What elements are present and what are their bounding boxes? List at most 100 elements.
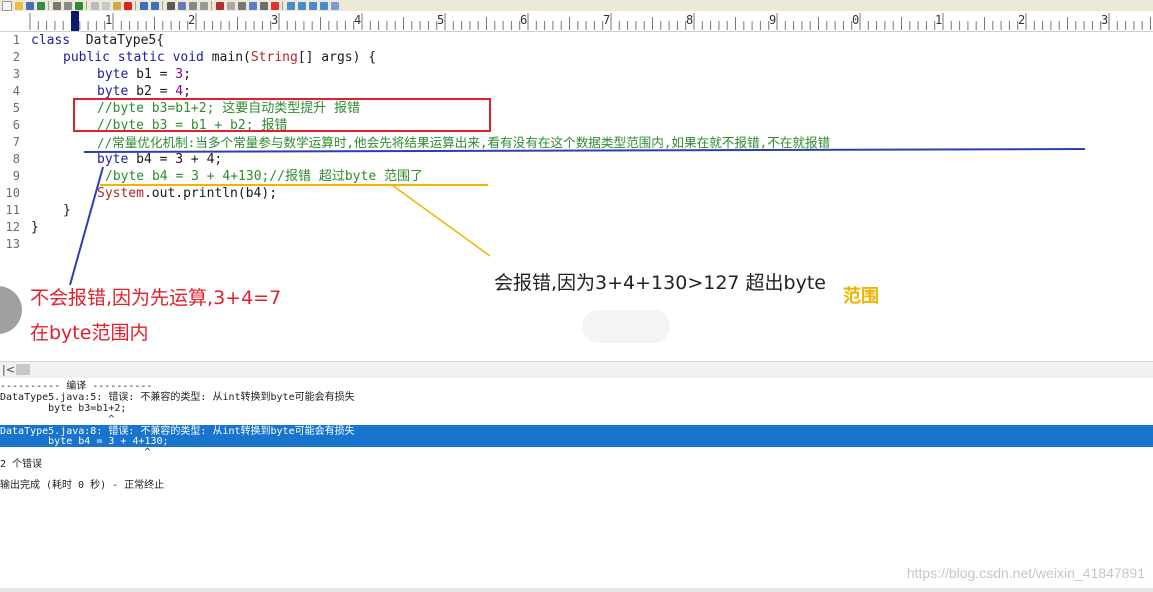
line-number: 10 [5, 186, 20, 200]
replace-icon[interactable] [178, 1, 186, 10]
code-line-9[interactable]: /byte b4 = 3 + 4+130;//报错 超过byte 范围了 [105, 168, 423, 185]
line-number: 8 [12, 152, 20, 166]
ruler-label: 5 [437, 13, 445, 27]
code-text: b2 = [128, 84, 176, 99]
ghost-pill [582, 310, 670, 343]
scroll-left-arrow-icon[interactable]: |< [2, 363, 15, 376]
annotation-error: 会报错,因为3+4+130>127 超出byte [494, 272, 826, 294]
new-file-icon[interactable] [2, 0, 12, 11]
output-error-1-caret: ^ [0, 414, 115, 425]
output-panel[interactable]: ---------- 编译 ---------- DataType5.java:… [0, 378, 1153, 588]
save-all-icon[interactable] [37, 1, 45, 10]
keyword: public static void [63, 50, 204, 65]
ruler-label: 2 [1018, 13, 1026, 27]
print-icon[interactable] [53, 1, 61, 10]
help-icon[interactable] [331, 1, 339, 10]
scroll-thumb[interactable] [16, 364, 30, 375]
redo-icon[interactable] [151, 1, 159, 10]
check-icon[interactable] [271, 1, 279, 10]
goto-icon[interactable] [200, 1, 208, 10]
type-name: String [250, 50, 298, 65]
annotation-no-error: 不会报错,因为先运算,3+4=7 [30, 287, 282, 309]
toolbar-separator [86, 1, 87, 10]
line-number: 2 [12, 50, 20, 64]
code-line-10[interactable]: System.out.println(b4); [97, 185, 277, 202]
open-folder-icon[interactable] [15, 1, 23, 10]
print-preview-icon[interactable] [64, 1, 72, 10]
code-line-1[interactable]: class DataType5{ [31, 32, 164, 49]
code-editor[interactable]: 1 2 3 4 5 6 7 8 9 10 11 12 13 class Data… [0, 31, 1153, 361]
window-cascade-icon[interactable] [287, 1, 295, 10]
number-literal: 3 [175, 67, 184, 82]
column-ruler: 1 2 3 4 5 6 7 8 9 0 1 2 3 [0, 11, 1153, 32]
paragraph-icon[interactable] [238, 1, 246, 10]
paste-icon[interactable] [113, 1, 121, 10]
font-icon[interactable] [216, 1, 224, 10]
ruler-label: 3 [1101, 13, 1109, 27]
ruler-label: 8 [686, 13, 694, 27]
toolbar-separator [135, 1, 136, 10]
keyword: byte [97, 67, 129, 82]
ruler-label: 7 [603, 13, 611, 27]
line-number: 7 [12, 135, 20, 149]
status-bar [0, 588, 1153, 592]
ruler-ticks [29, 13, 1151, 30]
ruler-label: 4 [354, 13, 362, 27]
spellcheck-icon[interactable] [75, 1, 83, 10]
code-text: b1 = [128, 67, 176, 82]
copy-icon[interactable] [102, 1, 110, 10]
class-name: System [97, 186, 144, 201]
toolbar-separator [162, 1, 163, 10]
ruler-label: 2 [188, 13, 196, 27]
cut-icon[interactable] [91, 1, 99, 10]
code-line-11[interactable]: } [63, 202, 71, 219]
delete-icon[interactable] [124, 1, 132, 10]
code-text: ; [183, 84, 191, 99]
ruler-label: 9 [769, 13, 777, 27]
line-number: 13 [5, 237, 20, 251]
ruler-caret-marker [71, 11, 79, 31]
red-highlight-box [73, 98, 491, 132]
output-error-count: 2 个错误 [0, 459, 43, 470]
line-number: 3 [12, 67, 20, 81]
horizontal-scrollbar[interactable]: |< [0, 361, 1153, 379]
toolbar-separator [282, 1, 283, 10]
line-number: 5 [12, 101, 20, 115]
code-line-12[interactable]: } [31, 219, 39, 236]
ruler-label: 0 [852, 13, 860, 27]
toolbar-separator [211, 1, 212, 10]
output-error-1-code: byte b3=b1+2; [0, 403, 127, 414]
keyword: class [31, 33, 71, 48]
code-text: main( [203, 50, 251, 65]
word-wrap-icon[interactable] [249, 1, 257, 10]
find-icon[interactable] [167, 1, 175, 10]
annotation-no-error-2: 在byte范围内 [30, 322, 149, 344]
output-error-1[interactable]: DataType5.java:5: 错误: 不兼容的类型: 从int转换到byt… [0, 392, 355, 403]
keyword: byte [97, 152, 129, 167]
line-number: 11 [5, 203, 20, 217]
code-text: DataType5{ [70, 33, 165, 48]
window-list-icon[interactable] [320, 1, 328, 10]
output-header: ---------- 编译 ---------- [0, 381, 153, 392]
code-line-3[interactable]: byte b1 = 3; [97, 66, 191, 83]
code-text: [] args) { [297, 50, 377, 65]
undo-icon[interactable] [140, 1, 148, 10]
line-number: 6 [12, 118, 20, 132]
find-in-files-icon[interactable] [189, 1, 197, 10]
window-tile-icon[interactable] [298, 1, 306, 10]
column-mode-icon[interactable] [260, 1, 268, 10]
code-line-7[interactable]: //常量优化机制:当多个常量参与数学运算时,他会先将结果运算出来,看有没有在这个… [97, 134, 830, 151]
line-number: 4 [12, 84, 20, 98]
save-icon[interactable] [26, 1, 34, 10]
hex-icon[interactable] [227, 1, 235, 10]
ruler-label: 3 [271, 13, 279, 27]
code-line-2[interactable]: public static void main(String[] args) { [63, 49, 376, 66]
ruler-label: 1 [935, 13, 943, 27]
window-tile-vertical-icon[interactable] [309, 1, 317, 10]
code-text: ; [183, 67, 191, 82]
code-line-8[interactable]: byte b4 = 3 + 4; [97, 151, 222, 168]
annotation-error-tail: 范围 [843, 286, 879, 307]
code-text: b4 = 3 + 4; [128, 152, 223, 167]
keyword: byte [97, 84, 129, 99]
ruler-label: 1 [105, 13, 113, 27]
